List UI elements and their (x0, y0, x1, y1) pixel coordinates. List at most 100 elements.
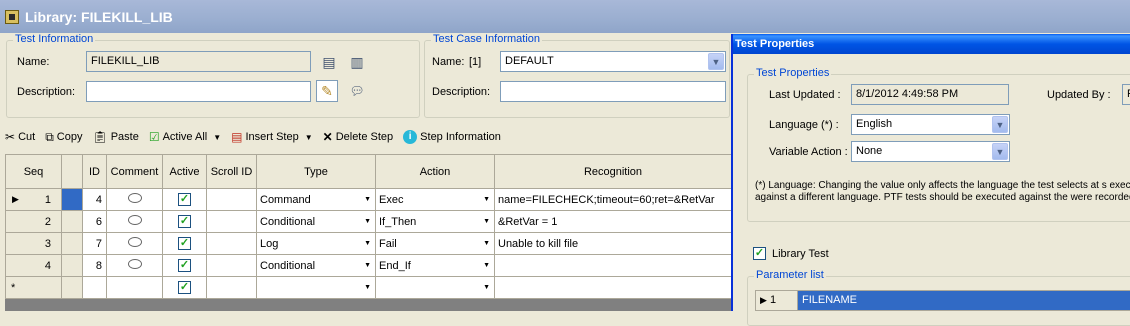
cut-button[interactable]: ✂ Cut (0, 126, 40, 148)
recognition-cell[interactable] (494, 254, 731, 277)
type-cell[interactable]: ▼ (256, 276, 376, 299)
table-row[interactable]: 2 6 ✓ Conditional ▼ If_Then ▼ &RetVar = 1 (5, 210, 731, 233)
type-cell[interactable]: Conditional ▼ (256, 210, 376, 233)
seq-value: 1 (44, 193, 51, 206)
comment-icon[interactable] (127, 215, 142, 225)
comment-icon[interactable] (127, 237, 142, 247)
action-cell[interactable]: Exec ▼ (375, 188, 495, 211)
col-seq[interactable]: Seq (5, 154, 62, 189)
insert-step-dropdown-icon[interactable]: ▼ (305, 133, 313, 142)
active-checkbox[interactable]: ✓ (178, 193, 191, 206)
paste-button[interactable]: 📋︎ Paste (87, 126, 143, 148)
chevron-down-icon[interactable]: ▼ (708, 53, 724, 70)
language-select[interactable]: English ▼ (851, 114, 1010, 135)
col-action[interactable]: Action (375, 154, 495, 189)
scroll-id-cell[interactable] (206, 254, 257, 277)
active-checkbox[interactable]: ✓ (178, 259, 191, 272)
dropdown-arrow-icon[interactable]: ▼ (483, 196, 490, 203)
active-checkbox[interactable]: ✓ (178, 237, 191, 250)
comment-cell[interactable] (106, 254, 163, 277)
col-active[interactable]: Active (162, 154, 207, 189)
parameter-row-header[interactable]: ▶ 1 (756, 291, 798, 310)
table-row[interactable]: 3 7 ✓ Log ▼ Fail ▼ Unable to kill file (5, 232, 731, 255)
recognition-cell[interactable]: &RetVar = 1 (494, 210, 731, 233)
step-information-button[interactable]: i Step Information (398, 126, 506, 148)
test-description-field[interactable] (86, 81, 311, 102)
library-test-checkbox[interactable]: ✓ (753, 247, 766, 260)
row-selector-cell[interactable] (61, 276, 83, 299)
dropdown-arrow-icon[interactable]: ▼ (483, 284, 490, 291)
col-type[interactable]: Type (256, 154, 376, 189)
chevron-down-icon[interactable]: ▼ (992, 143, 1008, 160)
dropdown-arrow-icon[interactable]: ▼ (483, 218, 490, 225)
action-cell[interactable]: If_Then ▼ (375, 210, 495, 233)
row-selector-cell[interactable] (61, 210, 83, 233)
action-cell[interactable]: Fail ▼ (375, 232, 495, 255)
active-cell[interactable]: ✓ (162, 210, 207, 233)
active-checkbox[interactable]: ✓ (178, 215, 191, 228)
parameter-value[interactable]: FILENAME (798, 291, 1130, 310)
table-row[interactable]: 4 8 ✓ Conditional ▼ End_If ▼ (5, 254, 731, 277)
scroll-id-cell[interactable] (206, 232, 257, 255)
col-scroll-id[interactable]: Scroll ID (206, 154, 257, 189)
recognition-cell[interactable] (494, 276, 731, 299)
row-selector-cell[interactable] (61, 232, 83, 255)
copy-button[interactable]: ⧉ Copy (40, 126, 87, 148)
dropdown-arrow-icon[interactable]: ▼ (364, 262, 371, 269)
comment-cell[interactable] (106, 210, 163, 233)
col-recognition[interactable]: Recognition (494, 154, 731, 189)
type-cell[interactable]: Log ▼ (256, 232, 376, 255)
parameter-row[interactable]: ▶ 1 FILENAME (755, 290, 1130, 311)
variable-action-select[interactable]: None ▼ (851, 141, 1010, 162)
comment-cell[interactable] (106, 232, 163, 255)
active-cell[interactable]: ✓ (162, 188, 207, 211)
table-row[interactable]: ▶ 1 4 ✓ Command ▼ Exec ▼ name=FILECHECK;tim… (5, 188, 731, 211)
active-cell[interactable]: ✓ (162, 276, 207, 299)
scroll-id-cell[interactable] (206, 210, 257, 233)
active-cell[interactable]: ✓ (162, 232, 207, 255)
seq-cell[interactable]: 3 (5, 232, 62, 255)
test-case-name-select[interactable]: DEFAULT ▼ (500, 51, 726, 72)
dropdown-arrow-icon[interactable]: ▼ (364, 196, 371, 203)
dropdown-arrow-icon[interactable]: ▼ (483, 240, 490, 247)
active-all-button[interactable]: ☑ Active All ▼ (144, 126, 226, 148)
type-cell[interactable]: Command ▼ (256, 188, 376, 211)
recognition-cell[interactable]: Unable to kill file (494, 232, 731, 255)
list-settings-icon[interactable]: ▥ (348, 53, 366, 71)
comment-cell[interactable] (106, 188, 163, 211)
library-test-checkbox-row[interactable]: ✓ Library Test (753, 247, 829, 260)
document-icon[interactable]: ▤ (320, 53, 338, 71)
action-cell[interactable]: ▼ (375, 276, 495, 299)
dropdown-arrow-icon[interactable]: ▼ (483, 262, 490, 269)
test-name-field[interactable]: FILEKILL_LIB (86, 51, 311, 72)
active-cell[interactable]: ✓ (162, 254, 207, 277)
broom-icon[interactable]: ✎ (316, 80, 338, 102)
recognition-cell[interactable]: name=FILECHECK;timeout=60;ret=&RetVar (494, 188, 731, 211)
comment-icon[interactable]: 💬︎ (348, 82, 366, 100)
dropdown-arrow-icon[interactable]: ▼ (364, 284, 371, 291)
row-selector-cell[interactable] (61, 188, 83, 211)
new-row-cell[interactable]: * (5, 276, 62, 299)
seq-cell[interactable]: ▶ 1 (5, 188, 62, 211)
col-id[interactable]: ID (82, 154, 107, 189)
seq-cell[interactable]: 2 (5, 210, 62, 233)
dropdown-arrow-icon[interactable]: ▼ (364, 218, 371, 225)
delete-step-button[interactable]: ✕ Delete Step (318, 126, 399, 148)
active-all-dropdown-icon[interactable]: ▼ (213, 133, 221, 142)
comment-icon[interactable] (127, 193, 142, 203)
insert-step-button[interactable]: ▤ Insert Step ▼ (226, 126, 317, 148)
comment-icon[interactable] (127, 259, 142, 269)
col-comment[interactable]: Comment (106, 154, 163, 189)
row-selector-cell[interactable] (61, 254, 83, 277)
action-cell[interactable]: End_If ▼ (375, 254, 495, 277)
chevron-down-icon[interactable]: ▼ (992, 116, 1008, 133)
type-cell[interactable]: Conditional ▼ (256, 254, 376, 277)
scroll-id-cell[interactable] (206, 188, 257, 211)
scroll-id-cell[interactable] (206, 276, 257, 299)
comment-cell[interactable] (106, 276, 163, 299)
table-row-new[interactable]: * ✓ ▼ ▼ (5, 276, 731, 299)
seq-cell[interactable]: 4 (5, 254, 62, 277)
dropdown-arrow-icon[interactable]: ▼ (364, 240, 371, 247)
active-checkbox[interactable]: ✓ (178, 281, 191, 294)
test-case-description-field[interactable] (500, 81, 726, 102)
